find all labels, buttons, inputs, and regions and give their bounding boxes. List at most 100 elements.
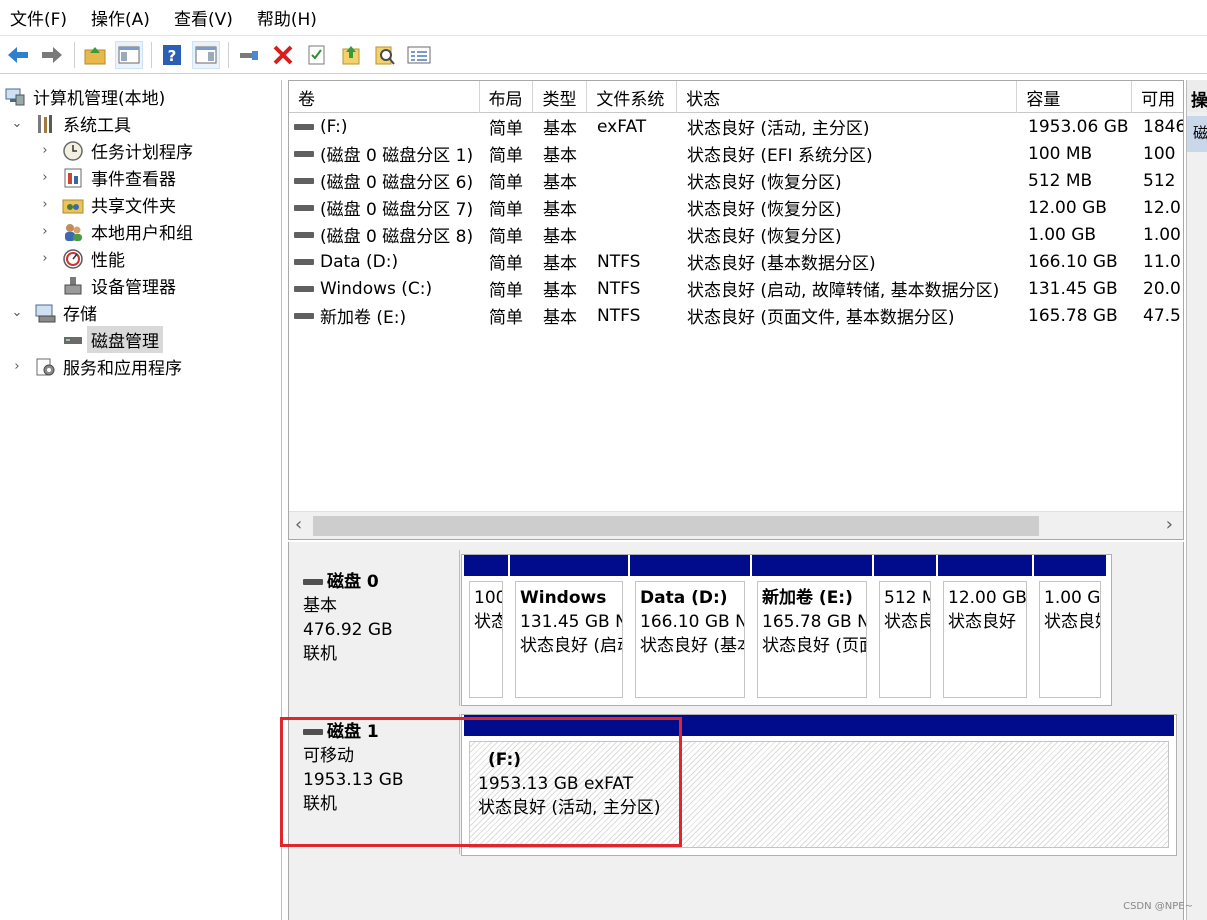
cell-capacity: 512 MB xyxy=(1028,170,1093,191)
column-header-free[interactable]: 可用 xyxy=(1132,81,1183,113)
table-row[interactable]: 新加卷 (E:) 简单 基本 NTFS 状态良好 (页面文件, 基本数据分区) 165.7… xyxy=(289,302,1183,329)
tree-item-task-scheduler[interactable]: › 任务计划程序 xyxy=(38,137,193,164)
volume-icon xyxy=(294,150,314,157)
tree-item-shared-folders[interactable]: › 共享文件夹 xyxy=(38,191,176,218)
table-row[interactable]: (磁盘 0 磁盘分区 1) 简单 基本 状态良好 (EFI 系统分区) 100 MB 10… xyxy=(289,140,1183,167)
search-icon[interactable] xyxy=(371,41,399,69)
cell-volume: (磁盘 0 磁盘分区 7) xyxy=(289,194,480,221)
disk-management-icon xyxy=(62,329,84,351)
disk0-partition-8[interactable]: 1.00 GB 状态良好 xyxy=(1034,555,1106,703)
chevron-right-icon[interactable]: › xyxy=(10,359,24,374)
menu-file[interactable]: 文件(F) xyxy=(10,5,67,30)
cell-free: 47.5 xyxy=(1143,305,1181,326)
column-header-layout[interactable]: 布局 xyxy=(480,81,534,113)
cell-free: 512 xyxy=(1143,170,1176,191)
disk-graphic-pane: 磁盘 0 基本 476.92 GB 联机 100 MB 状态良好 Windows… xyxy=(288,542,1184,920)
column-header-filesystem[interactable]: 文件系统 xyxy=(587,81,678,113)
cell-layout: 简单 xyxy=(489,173,523,193)
cell-free: 100 xyxy=(1143,143,1176,164)
cell-status: 状态良好 (页面文件, 基本数据分区) xyxy=(687,308,955,328)
disk1-type: 可移动 xyxy=(303,746,354,766)
disk0-info[interactable]: 磁盘 0 基本 476.92 GB 联机 xyxy=(289,550,460,706)
help-icon[interactable]: ? xyxy=(158,41,186,69)
connect-icon[interactable] xyxy=(235,41,263,69)
export-icon[interactable] xyxy=(337,41,365,69)
chevron-down-icon[interactable]: ⌄ xyxy=(10,305,24,320)
cell-filesystem: NTFS xyxy=(597,278,641,299)
properties-icon[interactable] xyxy=(303,41,331,69)
cell-type: 基本 xyxy=(543,173,577,193)
chevron-right-icon[interactable]: › xyxy=(38,170,52,185)
chevron-right-icon[interactable]: › xyxy=(38,251,52,266)
disk0-partition-windows[interactable]: Windows 131.45 GB NTFS 状态良好 (启动) xyxy=(510,555,628,703)
cell-free: 1846 xyxy=(1143,116,1184,137)
volume-icon xyxy=(294,123,314,130)
disk1-info[interactable]: 磁盘 1 可移动 1953.13 GB 联机 xyxy=(289,714,460,854)
forward-arrow-icon[interactable] xyxy=(38,41,66,69)
cell-capacity: 166.10 GB xyxy=(1028,251,1118,272)
volume-icon xyxy=(294,312,314,319)
shared-folder-icon xyxy=(62,194,84,216)
table-row[interactable]: Data (D:) 简单 基本 NTFS 状态良好 (基本数据分区) 166.10 GB 1… xyxy=(289,248,1183,275)
horizontal-scrollbar[interactable]: ‹ › xyxy=(289,511,1183,539)
volume-icon xyxy=(294,285,314,292)
cell-capacity: 1.00 GB xyxy=(1028,224,1097,245)
show-hide-tree-icon[interactable] xyxy=(115,40,143,69)
cell-volume: (磁盘 0 磁盘分区 8) xyxy=(289,221,480,248)
delete-icon[interactable] xyxy=(269,41,297,69)
chevron-right-icon[interactable]: › xyxy=(38,197,52,212)
watermark: CSDN @NPE~ xyxy=(1123,901,1193,912)
disk0-partition-6[interactable]: 512 MB 状态良好 xyxy=(874,555,936,703)
disk1-title: 磁盘 1 xyxy=(327,722,379,742)
disk0-partition-data[interactable]: Data (D:) 166.10 GB NTFS 状态良好 (基本数据) xyxy=(630,555,750,703)
disk0-partition-1[interactable]: 100 MB 状态良好 xyxy=(464,555,508,703)
toolbar: ? xyxy=(0,36,1207,74)
tree-item-root[interactable]: 计算机管理(本地) xyxy=(4,83,165,110)
cell-status: 状态良好 (启动, 故障转储, 基本数据分区) xyxy=(687,281,1000,301)
cell-filesystem xyxy=(588,221,678,248)
column-header-capacity[interactable]: 容量 xyxy=(1017,81,1133,113)
tree-item-storage[interactable]: ⌄ 存储 xyxy=(10,299,97,326)
scroll-left-icon[interactable]: ‹ xyxy=(295,514,302,535)
column-header-volume[interactable]: 卷 xyxy=(289,81,480,113)
disk-icon xyxy=(303,579,323,585)
cell-status: 状态良好 (EFI 系统分区) xyxy=(687,146,873,166)
scrollbar-thumb[interactable] xyxy=(313,516,1039,536)
folder-up-icon[interactable] xyxy=(81,41,109,69)
tree-item-services-apps[interactable]: › 服务和应用程序 xyxy=(10,353,182,380)
table-row[interactable]: (磁盘 0 磁盘分区 6) 简单 基本 状态良好 (恢复分区) 512 MB 512 xyxy=(289,167,1183,194)
disk0-partition-new-volume[interactable]: 新加卷 (E:) 165.78 GB NTFS 状态良好 (页面文件) xyxy=(752,555,872,703)
action-pane-item[interactable]: 磁 xyxy=(1187,116,1207,152)
disk1-partition-f[interactable]: (F:) 1953.13 GB exFAT 状态良好 (活动, 主分区) xyxy=(464,715,1174,853)
chevron-down-icon[interactable]: ⌄ xyxy=(10,116,24,131)
column-header-type[interactable]: 类型 xyxy=(533,81,588,113)
tree-item-event-viewer[interactable]: › 事件查看器 xyxy=(38,164,176,191)
tree-item-performance[interactable]: › 性能 xyxy=(38,245,125,272)
scroll-right-icon[interactable]: › xyxy=(1166,514,1173,535)
table-row[interactable]: (F:) 简单 基本 exFAT 状态良好 (活动, 主分区) 1953.06 GB 184… xyxy=(289,113,1184,140)
cell-status: 状态良好 (恢复分区) xyxy=(687,200,842,220)
menu-help[interactable]: 帮助(H) xyxy=(257,5,317,30)
disk0-partition-7[interactable]: 12.00 GB 状态良好 xyxy=(938,555,1032,703)
tree-item-device-manager[interactable]: 设备管理器 xyxy=(62,272,176,299)
list-settings-icon[interactable] xyxy=(405,41,433,69)
table-row[interactable]: Windows (C:) 简单 基本 NTFS 状态良好 (启动, 故障转储, 基本数据… xyxy=(289,275,1183,302)
cell-volume: 新加卷 (E:) xyxy=(289,302,480,329)
toolbar-separator xyxy=(74,41,75,68)
table-row[interactable]: (磁盘 0 磁盘分区 7) 简单 基本 状态良好 (恢复分区) 12.00 GB 12.0 xyxy=(289,194,1183,221)
tree-item-disk-management[interactable]: 磁盘管理 xyxy=(62,326,163,353)
menu-view[interactable]: 查看(V) xyxy=(174,5,233,30)
tree-item-local-users[interactable]: › 本地用户和组 xyxy=(38,218,193,245)
computer-management-icon xyxy=(4,86,26,108)
toolbar-separator xyxy=(228,41,229,68)
tree-item-system-tools[interactable]: ⌄ 系统工具 xyxy=(10,110,131,137)
cell-capacity: 131.45 GB xyxy=(1028,278,1118,299)
chevron-right-icon[interactable]: › xyxy=(38,143,52,158)
back-arrow-icon[interactable] xyxy=(4,41,32,69)
table-row[interactable]: (磁盘 0 磁盘分区 8) 简单 基本 状态良好 (恢复分区) 1.00 GB 1.00 xyxy=(289,221,1183,248)
column-header-status[interactable]: 状态 xyxy=(677,81,1018,113)
chevron-right-icon[interactable]: › xyxy=(38,224,52,239)
menu-action[interactable]: 操作(A) xyxy=(91,5,150,30)
action-pane-icon[interactable] xyxy=(192,40,220,69)
volume-list: 卷 布局 类型 文件系统 状态 容量 可用 (F:) 简单 基本 exFAT 状态良好 … xyxy=(288,80,1184,540)
